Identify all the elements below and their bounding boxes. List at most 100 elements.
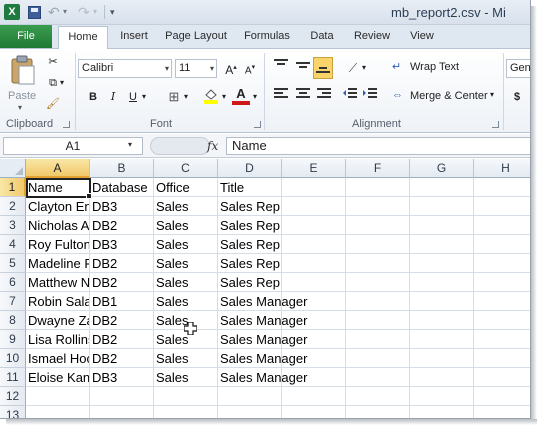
cell-d7[interactable]: Sales Manager	[218, 292, 307, 311]
formula-bar-splitter[interactable]	[150, 137, 210, 155]
cell-d1[interactable]: Title	[218, 178, 282, 197]
cell-c6[interactable]: Sales	[154, 273, 218, 292]
copy-dropdown-icon[interactable]: ▾	[58, 74, 66, 92]
redo-dropdown-icon[interactable]: ▾	[93, 4, 101, 20]
cell-a11[interactable]: Eloise Kan	[26, 368, 90, 387]
cell-g12[interactable]	[410, 387, 474, 406]
undo-dropdown-icon[interactable]: ▾	[63, 4, 71, 20]
cell-d5[interactable]: Sales Rep	[218, 254, 282, 273]
cell-a8[interactable]: Dwayne Za	[26, 311, 90, 330]
cell-g8[interactable]	[410, 311, 474, 330]
cell-b2[interactable]: DB3	[90, 197, 154, 216]
cell-a5[interactable]: Madeline F	[26, 254, 90, 273]
row-header-10[interactable]: 10	[0, 349, 26, 368]
paste-button[interactable]: Paste ▾	[6, 53, 40, 112]
cell-h8[interactable]	[474, 311, 530, 330]
cell-g7[interactable]	[410, 292, 474, 311]
format-painter-icon[interactable]: 🖌	[44, 95, 62, 113]
cell-g4[interactable]	[410, 235, 474, 254]
cell-a3[interactable]: Nicholas A	[26, 216, 90, 235]
cell-h10[interactable]	[474, 349, 530, 368]
column-header-c[interactable]: C	[154, 159, 218, 178]
cell-f9[interactable]	[346, 330, 410, 349]
cell-d12[interactable]	[218, 387, 282, 406]
cell-g9[interactable]	[410, 330, 474, 349]
cell-c12[interactable]	[154, 387, 218, 406]
cell-f1[interactable]	[346, 178, 410, 197]
cell-f10[interactable]	[346, 349, 410, 368]
cell-e4[interactable]	[282, 235, 346, 254]
cell-f13[interactable]	[346, 406, 410, 418]
cell-h2[interactable]	[474, 197, 530, 216]
cell-f7[interactable]	[346, 292, 410, 311]
cell-a12[interactable]	[26, 387, 90, 406]
cell-f4[interactable]	[346, 235, 410, 254]
cell-c3[interactable]: Sales	[154, 216, 218, 235]
underline-dropdown-icon[interactable]: ▾	[140, 88, 148, 106]
cell-a10[interactable]: Ismael Hoc	[26, 349, 90, 368]
cell-a7[interactable]: Robin Sala	[26, 292, 90, 311]
align-top-icon[interactable]	[272, 59, 290, 77]
cell-f11[interactable]	[346, 368, 410, 387]
cell-b7[interactable]: DB1	[90, 292, 154, 311]
fill-handle[interactable]	[86, 193, 92, 199]
cell-h7[interactable]	[474, 292, 530, 311]
wrap-text-button[interactable]: ↵ Wrap Text	[392, 59, 468, 77]
tab-review[interactable]: Review	[348, 25, 396, 48]
cell-c5[interactable]: Sales	[154, 254, 218, 273]
row-header-3[interactable]: 3	[0, 216, 26, 235]
cell-b1[interactable]: Database	[90, 178, 154, 197]
cell-f2[interactable]	[346, 197, 410, 216]
font-color-icon[interactable]: A	[232, 85, 250, 105]
tab-data[interactable]: Data	[302, 25, 342, 48]
row-header-7[interactable]: 7	[0, 292, 26, 311]
cell-g11[interactable]	[410, 368, 474, 387]
name-box[interactable]: A1	[3, 137, 143, 155]
cell-e3[interactable]	[282, 216, 346, 235]
column-header-f[interactable]: F	[346, 159, 410, 178]
cell-h9[interactable]	[474, 330, 530, 349]
cell-g3[interactable]	[410, 216, 474, 235]
cell-f5[interactable]	[346, 254, 410, 273]
cell-b12[interactable]	[90, 387, 154, 406]
cell-h11[interactable]	[474, 368, 530, 387]
cell-b6[interactable]: DB2	[90, 273, 154, 292]
cell-a9[interactable]: Lisa Rollins	[26, 330, 90, 349]
cell-e1[interactable]	[282, 178, 346, 197]
cell-c1[interactable]: Office	[154, 178, 218, 197]
cell-c2[interactable]: Sales	[154, 197, 218, 216]
row-header-1[interactable]: 1	[0, 178, 26, 197]
excel-app-icon[interactable]: X	[4, 4, 20, 20]
decrease-indent-icon[interactable]	[341, 88, 359, 106]
cell-h6[interactable]	[474, 273, 530, 292]
row-header-9[interactable]: 9	[0, 330, 26, 349]
tab-page-layout[interactable]: Page Layout	[160, 25, 232, 48]
cell-b8[interactable]: DB2	[90, 311, 154, 330]
cell-d2[interactable]: Sales Rep	[218, 197, 282, 216]
insert-function-icon[interactable]: fx	[207, 137, 218, 155]
cell-f12[interactable]	[346, 387, 410, 406]
redo-icon[interactable]: ↷	[78, 4, 94, 20]
font-size-combo[interactable]: 11 ▾	[175, 59, 217, 78]
orientation-dropdown-icon[interactable]: ▾	[360, 59, 368, 77]
tab-insert[interactable]: Insert	[112, 25, 156, 48]
cell-f3[interactable]	[346, 216, 410, 235]
customize-quick-access-icon[interactable]: ▾	[110, 4, 120, 20]
cell-h13[interactable]	[474, 406, 530, 418]
row-header-12[interactable]: 12	[0, 387, 26, 406]
cell-g10[interactable]	[410, 349, 474, 368]
cell-e2[interactable]	[282, 197, 346, 216]
cell-b5[interactable]: DB2	[90, 254, 154, 273]
worksheet-grid[interactable]: ABCDEFGH 1 2 3 4 5 6 7 8 9 10 11 12 13 Name Database O…	[0, 159, 530, 418]
tab-home[interactable]: Home	[58, 26, 108, 49]
cell-h3[interactable]	[474, 216, 530, 235]
merge-center-button[interactable]: ⇔ Merge & Center ▾	[392, 88, 500, 106]
cell-d9[interactable]: Sales Manager	[218, 330, 307, 349]
column-header-a[interactable]: A	[26, 159, 90, 178]
currency-format-button[interactable]: $	[508, 88, 526, 106]
number-format-combo[interactable]: Gene	[506, 59, 530, 78]
cell-g13[interactable]	[410, 406, 474, 418]
align-left-icon[interactable]	[272, 88, 290, 106]
tab-view[interactable]: View	[402, 25, 442, 48]
cell-b9[interactable]: DB2	[90, 330, 154, 349]
